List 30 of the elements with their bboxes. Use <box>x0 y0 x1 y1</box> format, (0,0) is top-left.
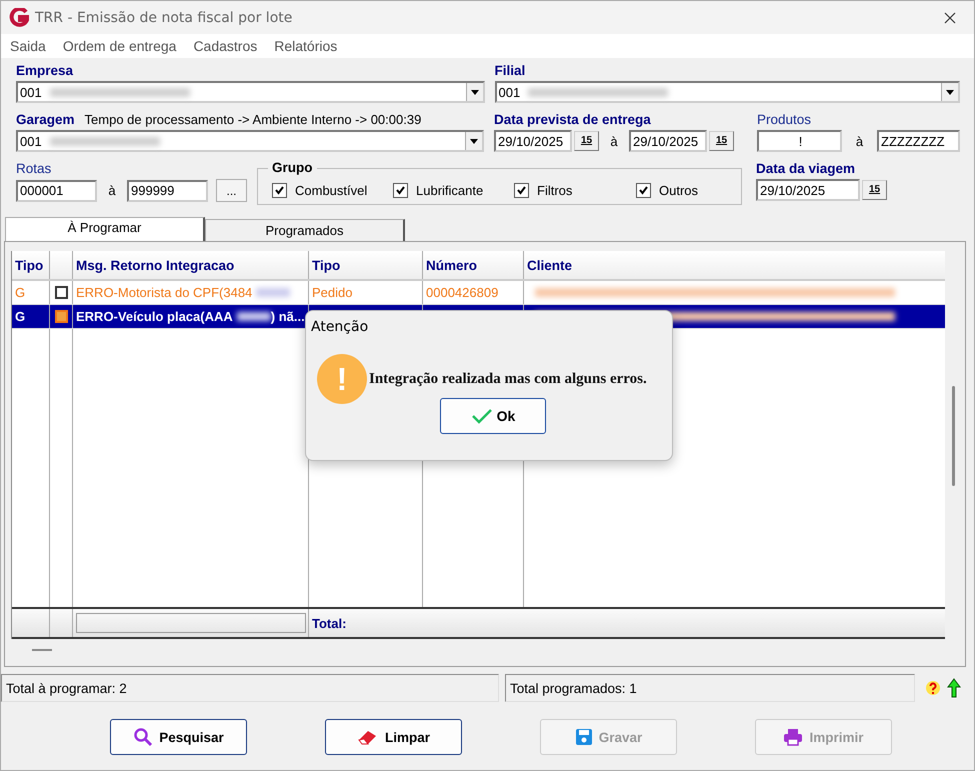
table-cell: 0000426809 <box>426 285 498 300</box>
processing-time-text: Tempo de processamento -> Ambiente Interno -> 00:00:39 <box>84 112 422 127</box>
field-label: Empresa <box>16 63 74 80</box>
range-separator: à <box>609 134 619 148</box>
table-cell: G <box>12 305 50 328</box>
total-label: Total: <box>311 614 346 632</box>
table-cell: ERRO-Motorista do CPF(3484 <box>76 285 252 300</box>
table-cell: ERRO-Veículo placa(AAA <box>76 309 233 324</box>
table-cell: ) nã... <box>270 309 305 324</box>
range-separator: à <box>854 134 864 148</box>
status-text: Total programados: 1 <box>505 674 915 702</box>
window-title: TRR - Emissão de nota fiscal por lote <box>35 10 294 26</box>
table-cell: G <box>12 281 50 304</box>
field-label: Produtos <box>757 112 812 129</box>
group-title: Grupo <box>268 160 316 175</box>
field-label: Data prevista de entrega <box>494 112 652 129</box>
dialog-title: Atenção <box>310 318 370 337</box>
checkbox-label: Outros <box>659 183 698 198</box>
table-cell: Pedido <box>312 285 352 300</box>
checkbox-label: Lubrificante <box>416 183 484 198</box>
field-label: Rotas <box>16 161 52 178</box>
field-label: Filial <box>494 63 526 80</box>
dialog-message: Integração realizada mas com alguns erros. <box>369 370 647 388</box>
checkbox-label: Combustível <box>295 183 368 198</box>
field-label: Data da viagem <box>756 161 856 178</box>
checkbox-label: Filtros <box>537 183 572 198</box>
warning-icon: ! <box>317 354 367 404</box>
range-separator: à <box>107 183 117 198</box>
status-text: Total à programar: 2 <box>1 674 499 702</box>
field-label: Garagem <box>16 112 75 129</box>
